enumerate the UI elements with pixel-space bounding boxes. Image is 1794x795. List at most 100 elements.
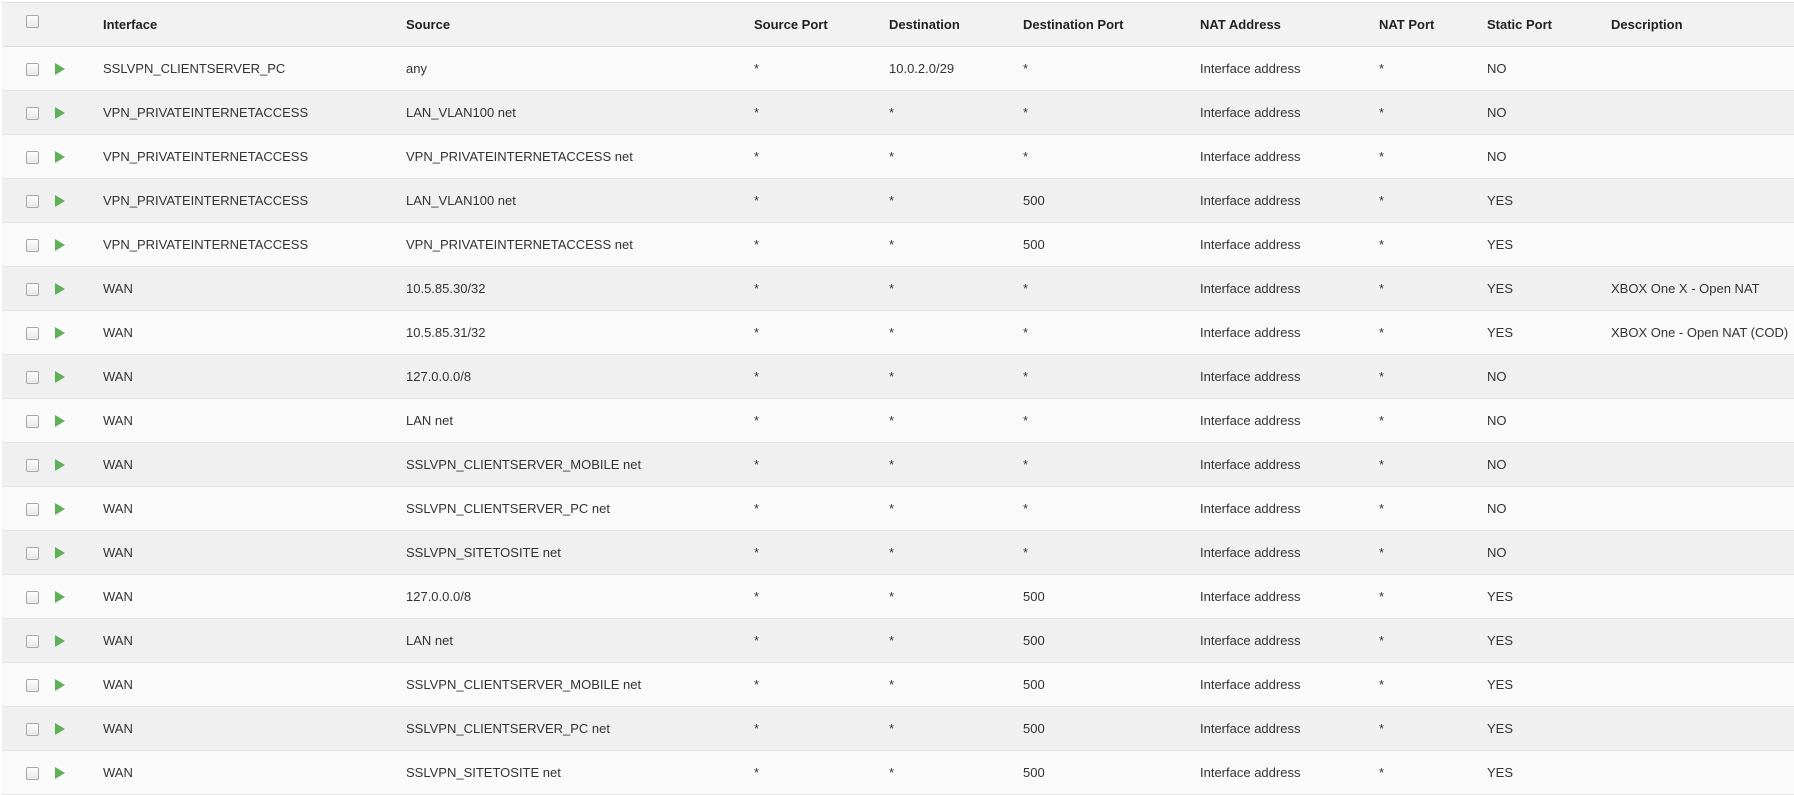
table-row[interactable]: WAN SSLVPN_SITETOSITE net * * 500 Interface a… [2,750,1794,794]
play-icon[interactable] [55,547,65,560]
table-row[interactable]: WAN 127.0.0.0/8 * * * Interface address * NO [2,354,1794,398]
play-icon[interactable] [55,63,65,76]
cell-source: SSLVPN_SITETOSITE net [406,544,561,560]
table-row[interactable]: WAN 10.5.85.31/32 * * * Interface address * YES… [2,310,1794,354]
cell-source-port: * [754,104,760,120]
cell-interface: VPN_PRIVATEINTERNETACCESS [103,148,309,164]
row-checkbox[interactable] [26,150,39,164]
table-row[interactable]: WAN 10.5.85.30/32 * * * Interface address * YES… [2,266,1794,310]
row-checkbox[interactable] [26,634,39,648]
row-checkbox[interactable] [26,414,39,428]
play-icon[interactable] [55,459,65,472]
column-header-nat-port[interactable]: NAT Port [1375,3,1483,46]
cell-nat-address: Interface address [1200,280,1301,296]
play-icon[interactable] [55,327,65,340]
cell-static-port: YES [1487,236,1514,252]
table-row[interactable]: VPN_PRIVATEINTERNETACCESS VPN_PRIVATEINTE… [2,222,1794,266]
cell-description [1607,706,1794,750]
cell-source-port: * [754,60,760,76]
cell-nat-port: * [1379,456,1385,472]
row-checkbox[interactable] [26,194,39,208]
cell-static-port: YES [1487,324,1514,340]
play-icon[interactable] [55,195,65,208]
cell-nat-port: * [1379,280,1385,296]
cell-static-port: NO [1487,412,1507,428]
cell-source-port: * [754,632,760,648]
table-row[interactable]: WAN LAN net * * 500 Interface address * YES [2,618,1794,662]
cell-nat-address: Interface address [1200,324,1301,340]
row-select-cell [2,486,49,530]
row-checkbox[interactable] [26,370,39,384]
column-header-source-port[interactable]: Source Port [750,3,885,46]
column-header-static-port[interactable]: Static Port [1483,3,1607,46]
cell-static-port: NO [1487,544,1507,560]
cell-interface: WAN [103,324,133,340]
cell-destination: * [889,720,895,736]
table-row[interactable]: VPN_PRIVATEINTERNETACCESS LAN_VLAN100 net… [2,90,1794,134]
play-icon[interactable] [55,723,65,736]
table-row[interactable]: WAN SSLVPN_CLIENTSERVER_MOBILE net * * * Inte… [2,442,1794,486]
play-icon[interactable] [55,679,65,692]
select-all-checkbox[interactable] [26,14,39,28]
cell-description [1607,442,1794,486]
play-icon[interactable] [55,107,65,120]
play-icon[interactable] [55,371,65,384]
cell-nat-port: * [1379,720,1385,736]
column-header-description[interactable]: Description [1607,3,1794,46]
cell-source: 127.0.0.0/8 [406,368,472,384]
status-header [49,3,99,46]
table-row[interactable]: WAN SSLVPN_CLIENTSERVER_PC net * * * Interfac… [2,486,1794,530]
row-checkbox[interactable] [26,458,39,472]
row-checkbox[interactable] [26,722,39,736]
play-icon[interactable] [55,591,65,604]
table-row[interactable]: WAN SSLVPN_CLIENTSERVER_PC net * * 500 Interf… [2,706,1794,750]
column-header-nat-address[interactable]: NAT Address [1196,3,1375,46]
cell-destination-port: 500 [1023,720,1045,736]
row-checkbox[interactable] [26,546,39,560]
row-checkbox[interactable] [26,62,39,76]
table-row[interactable]: SSLVPN_CLIENTSERVER_PC any * 10.0.2.0/29 * In… [2,46,1794,90]
column-header-destination-port[interactable]: Destination Port [1019,3,1196,46]
row-checkbox[interactable] [26,282,39,296]
table-row[interactable]: WAN LAN net * * * Interface address * NO [2,398,1794,442]
cell-interface: WAN [103,500,133,516]
cell-nat-address: Interface address [1200,764,1301,780]
table-row[interactable]: WAN SSLVPN_SITETOSITE net * * * Interface add… [2,530,1794,574]
cell-destination-port: 500 [1023,588,1045,604]
row-checkbox[interactable] [26,590,39,604]
cell-description [1607,750,1794,794]
column-header-interface[interactable]: Interface [99,3,402,46]
row-select-cell [2,706,49,750]
row-checkbox[interactable] [26,678,39,692]
table-row[interactable]: VPN_PRIVATEINTERNETACCESS VPN_PRIVATEINTE… [2,134,1794,178]
cell-source: LAN net [406,632,453,648]
row-checkbox[interactable] [26,106,39,120]
cell-source: SSLVPN_CLIENTSERVER_MOBILE net [406,456,642,472]
row-status-cell [49,354,99,398]
play-icon[interactable] [55,635,65,648]
table-row[interactable]: VPN_PRIVATEINTERNETACCESS LAN_VLAN100 net… [2,178,1794,222]
play-icon[interactable] [55,283,65,296]
table-row[interactable]: WAN 127.0.0.0/8 * * 500 Interface address * YES [2,574,1794,618]
row-checkbox[interactable] [26,238,39,252]
play-icon[interactable] [55,151,65,164]
cell-source: 10.5.85.31/32 [406,324,486,340]
cell-destination: 10.0.2.0/29 [889,60,955,76]
table-row[interactable]: WAN SSLVPN_CLIENTSERVER_MOBILE net * * 500 In… [2,662,1794,706]
row-checkbox[interactable] [26,326,39,340]
cell-destination: * [889,412,895,428]
play-icon[interactable] [55,239,65,252]
play-icon[interactable] [55,503,65,516]
cell-nat-port: * [1379,500,1385,516]
column-header-destination[interactable]: Destination [885,3,1019,46]
row-checkbox[interactable] [26,502,39,516]
row-checkbox[interactable] [26,766,39,780]
column-header-source[interactable]: Source [402,3,750,46]
cell-static-port: NO [1487,148,1507,164]
cell-nat-port: * [1379,192,1385,208]
cell-source: SSLVPN_CLIENTSERVER_PC net [406,500,610,516]
row-status-cell [49,310,99,354]
play-icon[interactable] [55,767,65,780]
cell-destination-port: * [1023,60,1029,76]
play-icon[interactable] [55,415,65,428]
